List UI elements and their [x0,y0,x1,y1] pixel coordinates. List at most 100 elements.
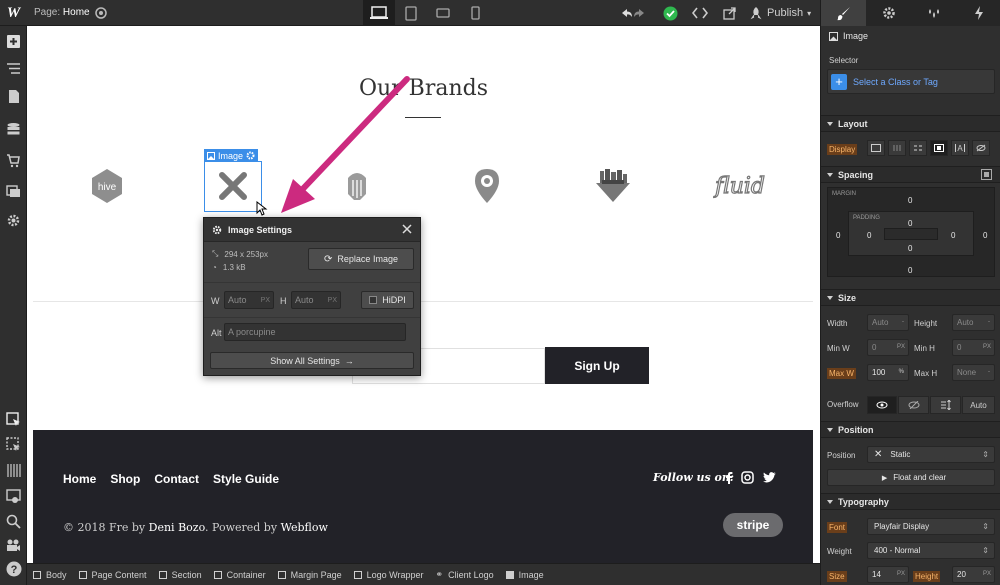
max-width-input[interactable]: 100% [867,364,909,381]
section-size[interactable]: Size [821,289,1000,306]
add-panel-icon[interactable] [6,34,21,49]
width-input[interactable]: Auto - [867,314,909,331]
display-inline-icon[interactable]: A [951,140,969,156]
webflow-link[interactable]: Webflow [281,521,328,534]
tab-style-manager[interactable] [911,0,956,26]
spacing-mode-icon[interactable] [981,169,992,180]
grid-overlay-icon[interactable] [6,463,21,478]
footer-link-contact[interactable]: Contact [154,472,199,486]
cms-icon[interactable] [6,122,21,137]
breadcrumb-section[interactable]: Section [158,570,214,580]
signup-button[interactable]: Sign Up [545,347,649,384]
display-block-icon[interactable] [867,140,885,156]
height-input[interactable]: Auto PX [291,291,341,309]
breadcrumb-image[interactable]: Image [505,570,556,580]
hive-logo[interactable]: hive [77,166,137,206]
select-element-icon[interactable] [6,437,21,452]
display-grid-icon[interactable] [909,140,927,156]
breadcrumb-container[interactable]: Container [213,570,278,580]
close-icon[interactable] [402,224,412,234]
show-all-settings-button[interactable]: Show All Settings → [210,352,414,369]
margin-right-value[interactable]: 0 [983,231,987,240]
stripe-badge[interactable]: stripe [723,513,783,537]
padding-bottom-value[interactable]: 0 [908,244,912,253]
padding-right-value[interactable]: 0 [951,231,955,240]
status-check-icon[interactable] [660,0,680,26]
undo-redo-icon[interactable] [618,0,648,26]
overflow-visible-icon[interactable] [867,396,897,414]
preview-mode-icon[interactable] [6,489,21,504]
margin-bottom-value[interactable]: 0 [908,266,912,275]
width-input[interactable]: Auto PX [224,291,274,309]
tab-style[interactable] [821,0,866,26]
section-layout[interactable]: Layout [821,115,1000,132]
height-input[interactable]: Auto - [952,314,995,331]
section-typography[interactable]: Typography [821,493,1000,510]
alt-text-input[interactable]: A porcupine [224,323,406,341]
instagram-icon[interactable] [741,471,754,484]
help-icon[interactable]: ? [6,561,22,577]
fluid-logo[interactable]: fluid [705,166,775,206]
min-height-input[interactable]: 0 PX [952,339,995,356]
select-cursor-icon[interactable] [6,412,21,427]
preview-eye-icon[interactable] [94,6,108,20]
desktop-view-icon[interactable] [363,0,395,26]
font-select[interactable]: Playfair Display ⇕ [867,518,995,535]
display-flex-icon[interactable] [888,140,906,156]
footer-link-shop[interactable]: Shop [110,472,140,486]
element-settings-gear-icon[interactable] [246,151,255,160]
location-pin-logo[interactable] [457,166,517,206]
publish-button[interactable]: Publish ▾ [749,0,815,26]
mobile-landscape-icon[interactable] [427,0,459,26]
hidpi-checkbox[interactable]: HiDPI [361,291,414,309]
selected-element-tag[interactable]: Image [204,149,259,162]
pages-icon[interactable] [6,89,21,104]
author-link[interactable]: Deni Bozo [149,521,205,534]
footer-link-style-guide[interactable]: Style Guide [213,472,279,486]
margin-top-value[interactable]: 0 [908,196,912,205]
ecommerce-cart-icon[interactable] [6,153,21,168]
replace-image-button[interactable]: ⟳ Replace Image [308,248,414,270]
display-inline-block-icon[interactable] [930,140,948,156]
max-height-input[interactable]: None - [952,364,995,381]
line-height-input[interactable]: 20 PX [952,566,995,583]
overflow-auto-button[interactable]: Auto [962,396,995,414]
min-width-input[interactable]: 0 PX [867,339,909,356]
breadcrumb-client-logo[interactable]: ⚭ Client Logo [436,569,506,580]
tab-interactions[interactable] [956,0,1000,26]
breadcrumb-body[interactable]: Body [33,570,79,580]
overflow-scroll-icon[interactable] [930,396,961,414]
padding-top-value[interactable]: 0 [908,219,912,228]
breadcrumb-page-content[interactable]: Page Content [78,570,159,580]
facebook-icon[interactable] [725,471,733,484]
city-badge-logo[interactable] [583,166,643,206]
font-size-input[interactable]: 14 PX [867,566,909,583]
settings-gear-icon[interactable] [6,213,21,228]
assets-icon[interactable] [6,183,21,198]
tab-settings[interactable] [866,0,911,26]
video-tutorial-icon[interactable] [6,538,21,553]
section-title[interactable]: Our Brands [27,76,820,101]
position-select[interactable]: ✕ Static ⇕ [867,446,995,463]
section-spacing[interactable]: Spacing [821,166,1000,183]
code-icon[interactable] [688,0,712,26]
margin-left-value[interactable]: 0 [836,231,840,240]
weight-select[interactable]: 400 - Normal ⇕ [867,542,995,559]
footer-link-home[interactable]: Home [63,472,96,486]
tablet-view-icon[interactable] [395,0,427,26]
webflow-logo[interactable]: W [0,0,27,26]
float-and-clear-toggle[interactable]: ▶ Float and clear [827,469,995,486]
mobile-portrait-icon[interactable] [459,0,491,26]
overflow-hidden-icon[interactable] [898,396,929,414]
twitter-icon[interactable] [763,472,776,483]
selector-input[interactable]: + Select a Class or Tag [827,69,995,94]
section-position[interactable]: Position [821,421,1000,438]
navigator-icon[interactable] [6,61,21,76]
breadcrumb-logo-wrapper[interactable]: Logo Wrapper [353,570,436,580]
display-none-icon[interactable] [972,140,990,156]
page-selector[interactable]: Page: Home [34,7,90,18]
breadcrumb-margin-page[interactable]: Margin Page [277,570,354,580]
export-icon[interactable] [718,0,742,26]
search-icon[interactable] [6,514,21,529]
padding-left-value[interactable]: 0 [867,231,871,240]
